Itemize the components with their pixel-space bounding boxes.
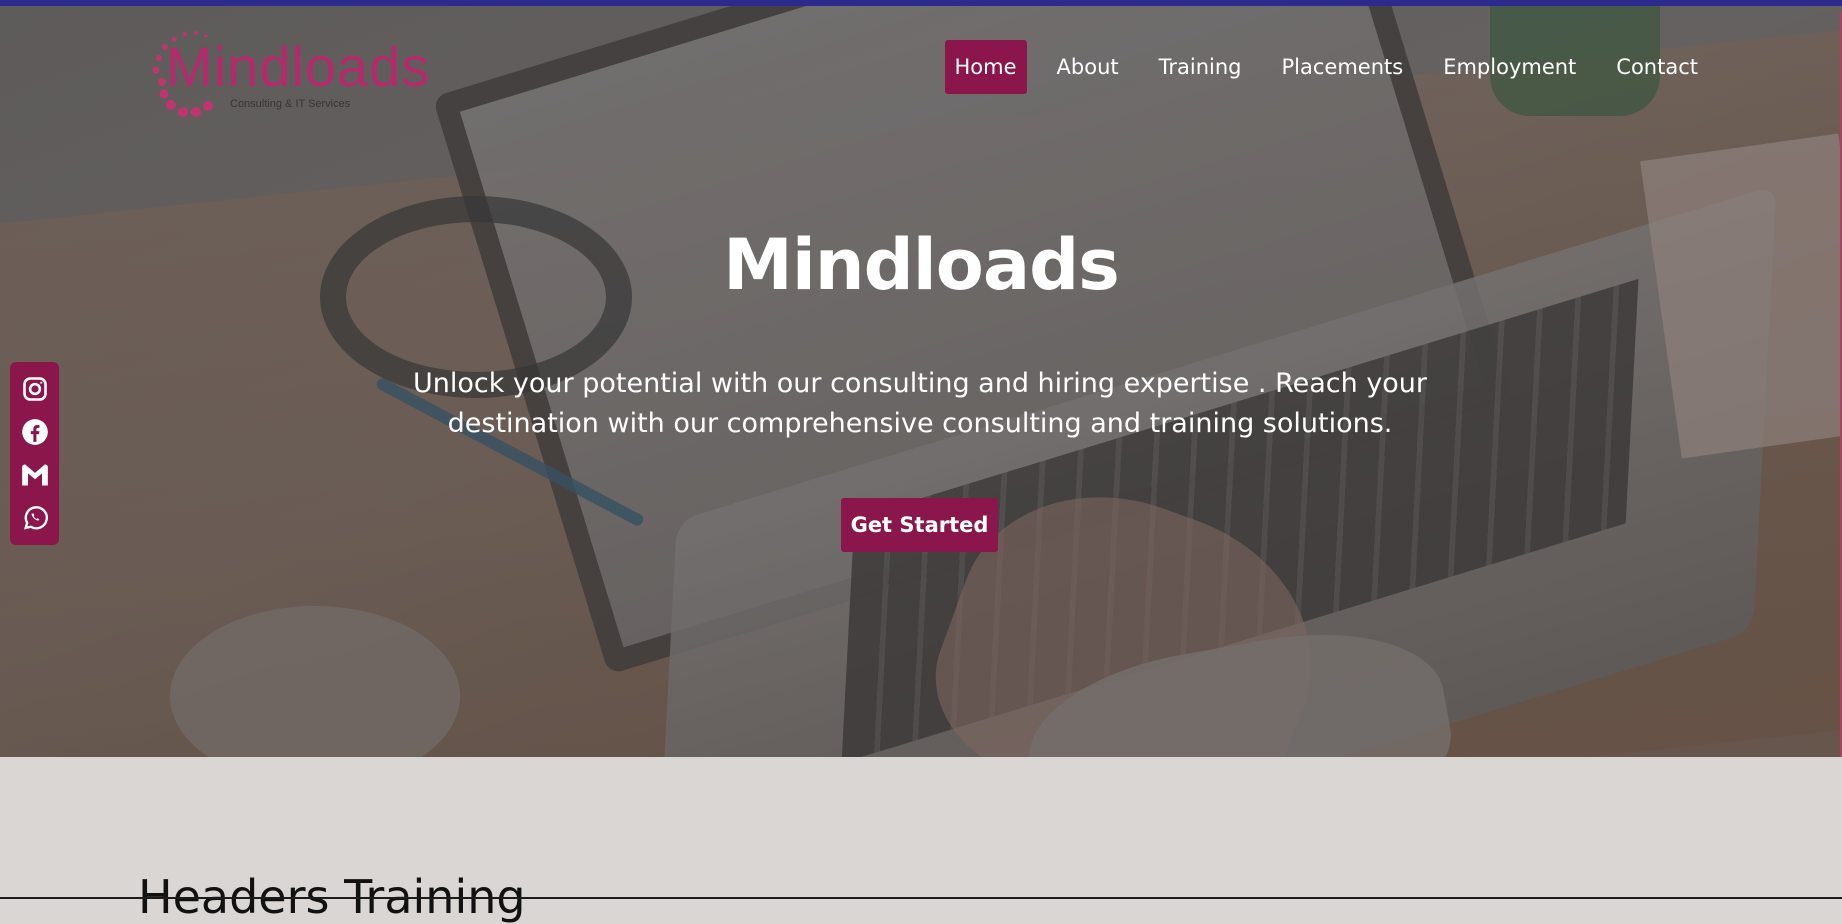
instagram-icon[interactable]: [20, 374, 50, 404]
gmail-icon[interactable]: [20, 460, 50, 490]
nav-training[interactable]: Training: [1149, 40, 1252, 94]
logo-wordmark: Mindloads: [166, 35, 431, 98]
nav-about[interactable]: About: [1047, 40, 1129, 94]
hero-section: Mindloads Consulting & IT Services Home …: [0, 6, 1842, 757]
nav-employment[interactable]: Employment: [1433, 40, 1586, 94]
nav-home[interactable]: Home: [944, 40, 1027, 94]
get-started-button[interactable]: Get Started: [841, 498, 998, 552]
site-logo[interactable]: Mindloads Consulting & IT Services: [140, 26, 429, 122]
facebook-icon[interactable]: [20, 417, 50, 447]
nav-contact[interactable]: Contact: [1606, 40, 1708, 94]
nav-placements[interactable]: Placements: [1272, 40, 1414, 94]
whatsapp-icon[interactable]: [20, 503, 50, 533]
main-nav: Home About Training Placements Employmen…: [925, 40, 1708, 94]
hero-title: Mindloads: [723, 224, 1120, 306]
logo-tagline: Consulting & IT Services: [230, 98, 351, 110]
social-sidebar: [10, 362, 59, 545]
hero-subtitle: Unlock your potential with our consultin…: [412, 368, 1428, 439]
